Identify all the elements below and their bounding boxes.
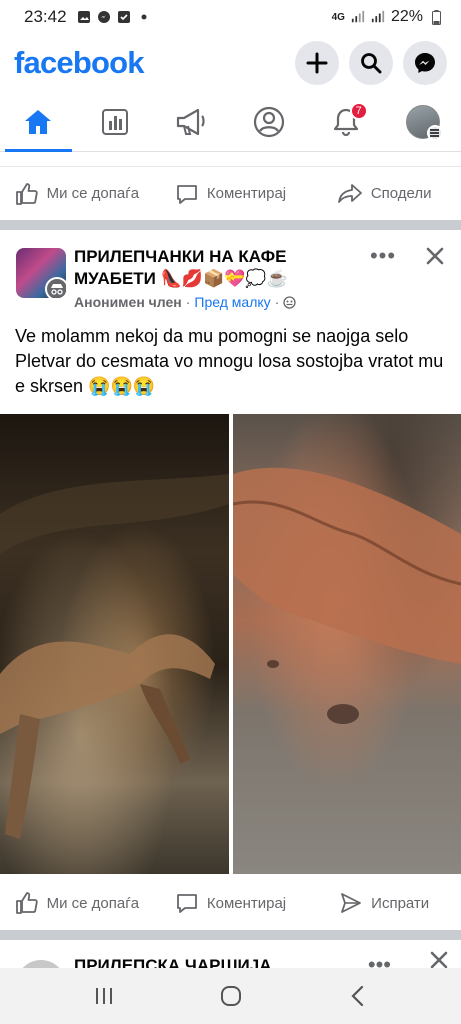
tab-home[interactable] — [0, 92, 77, 152]
battery-percent: 22% — [390, 8, 423, 25]
main-tabs: 7 — [0, 92, 461, 152]
next-post-header: ПРИЛЕПСКА ЧАРШИЈА ••• — [0, 946, 461, 970]
gallery-notification-icon — [77, 10, 91, 24]
battery-icon — [429, 9, 443, 25]
tab-notifications[interactable]: 7 — [307, 92, 384, 151]
check-notification-icon — [117, 10, 131, 24]
notifications-badge: 7 — [349, 102, 368, 120]
post-send-button[interactable]: Испрати — [307, 891, 461, 915]
comment-icon — [176, 894, 197, 913]
plus-icon — [306, 52, 328, 74]
post-header: ПРИЛЕПЧАНКИ НА КАФЕ МУАБЕТИ 👠💋📦💝💭☕ Анони… — [0, 232, 461, 318]
dashboard-icon — [102, 108, 129, 135]
post-text: Ve molamm nekoj da mu pomogni se naojga … — [15, 326, 444, 396]
thumbs-up-icon — [15, 182, 38, 205]
tab-ads[interactable] — [154, 92, 231, 151]
close-icon — [426, 247, 444, 265]
system-navigation-bar — [0, 968, 461, 1024]
comment-button[interactable]: Коментирај — [154, 182, 308, 206]
feed-divider — [0, 220, 461, 230]
messenger-notification-icon — [97, 10, 111, 24]
tab-profile[interactable] — [230, 92, 307, 151]
post-actions: Ми се допаѓа Коментирај Испрати — [0, 876, 461, 930]
tab-menu[interactable] — [384, 92, 461, 151]
tab-dashboard[interactable] — [77, 92, 154, 151]
anonymous-icon — [45, 277, 66, 298]
like-label: Ми се допаѓа — [46, 185, 140, 202]
megaphone-icon — [176, 108, 205, 135]
post-like-label: Ми се допаѓа — [46, 894, 140, 912]
search-icon — [361, 53, 382, 74]
previous-post-actions: Ми се допаѓа Коментирај Сподели — [0, 166, 461, 220]
share-button[interactable]: Сподели — [307, 182, 461, 206]
home-button[interactable] — [201, 976, 261, 1016]
profile-icon — [253, 106, 284, 137]
meta-separator: · — [185, 294, 191, 310]
search-button[interactable] — [349, 41, 393, 85]
group-privacy-icon — [283, 295, 296, 309]
status-time: 23:42 — [24, 7, 67, 26]
menu-icon — [426, 124, 443, 141]
group-avatar[interactable] — [16, 248, 66, 298]
next-hide-post-button[interactable] — [429, 950, 449, 970]
share-label: Сподели — [370, 185, 432, 202]
status-bar: 23:42 4G 22% — [0, 0, 461, 34]
post-send-label: Испрати — [371, 894, 430, 912]
home-icon — [25, 109, 52, 134]
more-notifications-dot-icon — [137, 10, 151, 24]
post-comment-label: Коментирај — [206, 894, 287, 912]
comment-icon — [176, 184, 197, 204]
signal-strength-icon — [351, 10, 365, 24]
recent-apps-icon — [95, 988, 112, 1004]
back-icon — [350, 985, 363, 1007]
comment-label: Коментирај — [206, 185, 287, 202]
create-button[interactable] — [295, 41, 339, 85]
messenger-button[interactable] — [403, 41, 447, 85]
post-options-button[interactable]: ••• — [365, 243, 401, 268]
post-photo-2[interactable] — [233, 414, 461, 874]
network-type: 4G — [331, 11, 345, 23]
send-icon — [341, 893, 362, 913]
horse-photo-right — [233, 467, 461, 724]
post-meta: Анонимен член · Пред малку · — [74, 294, 296, 310]
hide-post-button[interactable] — [421, 242, 449, 270]
app-header: facebook — [0, 34, 461, 92]
meta-separator-2: · — [274, 294, 280, 310]
back-button[interactable] — [328, 976, 388, 1016]
group-name[interactable]: ПРИЛЕПЧАНКИ НА КАФЕ МУАБЕТИ 👠💋📦💝💭☕ — [74, 246, 344, 290]
facebook-logo[interactable]: facebook — [14, 45, 145, 81]
home-circle-icon — [220, 986, 241, 1006]
post-like-button[interactable]: Ми се допаѓа — [0, 891, 154, 915]
signal-strength-2-icon — [371, 10, 385, 24]
avatar — [405, 104, 443, 141]
horse-photo-left — [0, 474, 229, 839]
post-photo-1[interactable] — [0, 414, 229, 874]
close-icon — [430, 951, 448, 969]
like-button[interactable]: Ми се допаѓа — [0, 182, 154, 206]
thumbs-up-icon — [15, 892, 38, 914]
post-time[interactable]: Пред малку — [194, 294, 270, 310]
post-comment-button[interactable]: Коментирај — [154, 891, 308, 915]
share-icon — [337, 183, 362, 203]
messenger-icon — [415, 53, 435, 73]
post-author: Анонимен член — [74, 294, 182, 310]
feed-divider-2 — [0, 930, 461, 940]
recent-apps-button[interactable] — [74, 976, 134, 1016]
